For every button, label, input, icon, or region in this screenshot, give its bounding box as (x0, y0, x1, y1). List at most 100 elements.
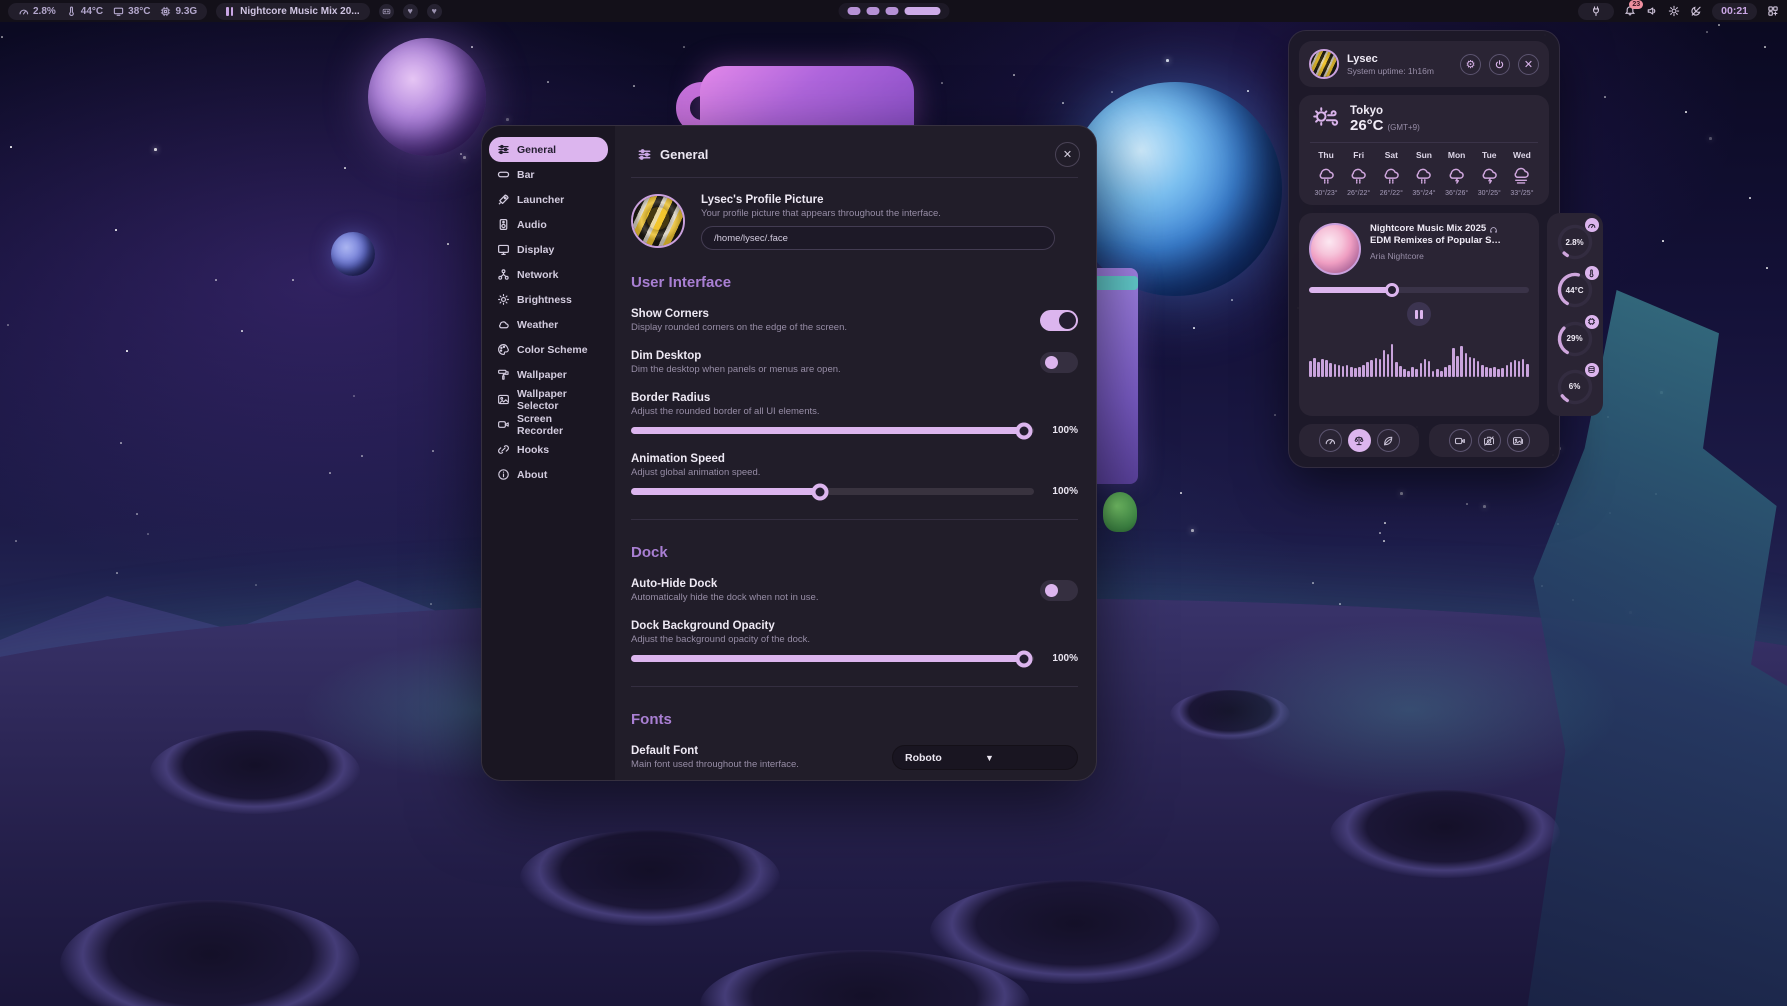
camera-off-button[interactable] (1478, 429, 1501, 452)
grid-plus-icon (1767, 5, 1779, 17)
temp-stat: 44°C (66, 6, 103, 17)
sidebar-item-color-scheme[interactable]: Color Scheme (489, 337, 608, 362)
plug-button[interactable] (1578, 3, 1614, 20)
workspace-dot[interactable] (885, 7, 898, 15)
overview-button[interactable] (1767, 5, 1779, 17)
sidebar-item-brightness[interactable]: Brightness (489, 287, 608, 312)
avatar[interactable] (1309, 49, 1339, 79)
sidebar-item-launcher[interactable]: Launcher (489, 187, 608, 212)
wallpaper-tower-band (1090, 276, 1138, 290)
memory-stat: 9.3G (160, 6, 197, 17)
track-title-line2: EDM Remixes of Popular S… (1370, 235, 1529, 247)
purple-planet (368, 38, 486, 156)
close-icon: ✕ (1063, 148, 1072, 161)
power-button[interactable] (1489, 54, 1510, 75)
visualizer-bar (1399, 366, 1402, 377)
auto-hide-dock-toggle[interactable] (1040, 580, 1078, 601)
image-icon (497, 393, 510, 406)
visualizer-bar (1465, 353, 1468, 377)
sidebar-item-network[interactable]: Network (489, 262, 608, 287)
weather-card: Tokyo 26°C (GMT+9) Thu30°/23°Fri26°/22°S… (1299, 95, 1549, 205)
workspace-indicator[interactable] (838, 3, 949, 19)
settings-content: General ✕ Lysec's Profile Picture Your p… (615, 126, 1096, 780)
volume-button[interactable] (1646, 5, 1658, 17)
visualizer-bar (1460, 346, 1463, 377)
cloud-rain-icon (1413, 165, 1434, 186)
visualizer-bar (1510, 362, 1513, 377)
wallpaper-button[interactable] (1507, 429, 1530, 452)
pause-button[interactable] (1407, 302, 1431, 326)
track-progress-slider[interactable] (1309, 287, 1529, 293)
workspace-dot[interactable] (866, 7, 879, 15)
display-icon (113, 6, 124, 17)
sidebar-label: Wallpaper (517, 369, 567, 381)
like-button[interactable]: ♥ (427, 4, 442, 19)
visualizer-bar (1338, 365, 1341, 377)
setting-auto-hide-dock: Auto-Hide Dock Automatically hide the do… (631, 578, 1078, 603)
heart-icon: ♥ (407, 6, 412, 16)
night-light-button[interactable] (1690, 5, 1702, 17)
heart-icon: ♥ (431, 6, 436, 16)
brightness-button[interactable] (1668, 5, 1680, 17)
workspace-active[interactable] (904, 7, 940, 15)
workspace-dot[interactable] (847, 7, 860, 15)
plug-icon (1590, 5, 1602, 17)
forecast-day: Thu30°/23° (1310, 150, 1342, 197)
visualizer-bar (1506, 365, 1509, 377)
dock-opacity-slider[interactable] (631, 655, 1034, 662)
visualizer-bar (1514, 360, 1517, 377)
small-planet (331, 232, 375, 276)
border-radius-slider[interactable] (631, 427, 1034, 434)
sidebar-item-weather[interactable]: Weather (489, 312, 608, 337)
sidebar-item-audio[interactable]: Audio (489, 212, 608, 237)
sidebar-item-wallpaper-selector[interactable]: Wallpaper Selector (489, 387, 608, 412)
album-art[interactable] (1309, 223, 1361, 275)
wallpaper-plant (1103, 492, 1137, 532)
performance-profile-button[interactable] (1319, 429, 1342, 452)
forecast-day-label: Thu (1318, 150, 1334, 160)
cloud-rain-icon (1316, 165, 1337, 186)
settings-button[interactable]: ⚙ (1460, 54, 1481, 75)
cassette-button[interactable] (379, 4, 394, 19)
profile-path-input[interactable] (701, 226, 1055, 250)
cloud-bolt-icon (1479, 165, 1500, 186)
cloud-rain-icon (1348, 165, 1369, 186)
screen-record-button[interactable] (1449, 429, 1472, 452)
visualizer-bar (1481, 365, 1484, 377)
power-saver-profile-button[interactable] (1377, 429, 1400, 452)
system-stats-pill[interactable]: 2.8% 44°C 38°C 9.3G (8, 3, 207, 20)
media-player-pill[interactable]: Nightcore Music Mix 20... (216, 3, 369, 20)
notifications-button[interactable]: 23 (1624, 5, 1636, 17)
visualizer-bar (1362, 365, 1365, 377)
sidebar-item-bar[interactable]: Bar (489, 162, 608, 187)
default-font-dropdown[interactable]: Roboto ▼ (892, 745, 1078, 770)
close-button[interactable]: ✕ (1055, 142, 1080, 167)
sidebar-item-hooks[interactable]: Hooks (489, 437, 608, 462)
sidebar-item-about[interactable]: About (489, 462, 608, 487)
close-panel-button[interactable]: ✕ (1518, 54, 1539, 75)
sidebar-item-general[interactable]: General (489, 137, 608, 162)
gpu-value: 38°C (128, 6, 150, 17)
profile-section: Lysec's Profile Picture Your profile pic… (631, 194, 1078, 250)
dim-desktop-toggle[interactable] (1040, 352, 1078, 373)
show-corners-toggle[interactable] (1040, 310, 1078, 331)
favorite-button[interactable]: ♥ (403, 4, 418, 19)
forecast-day: Tue30°/25° (1473, 150, 1505, 197)
settings-window: General Bar Launcher Audio Display Netwo… (481, 125, 1097, 781)
clock-pill[interactable]: 00:21 (1712, 3, 1757, 20)
sidebar-item-wallpaper[interactable]: Wallpaper (489, 362, 608, 387)
cloud-rain-icon (1381, 165, 1402, 186)
border-radius-value: 100% (1046, 425, 1078, 436)
camera-off-icon (1483, 435, 1495, 447)
forecast-day: Wed33°/25° (1506, 150, 1538, 197)
sun-wind-icon (1310, 104, 1340, 134)
sidebar-item-display[interactable]: Display (489, 237, 608, 262)
animation-speed-slider[interactable] (631, 488, 1034, 495)
visualizer-bar (1346, 365, 1349, 377)
setting-title: Show Corners (631, 308, 1040, 320)
visualizer-bar (1436, 369, 1439, 377)
balanced-profile-button[interactable] (1348, 429, 1371, 452)
cloud-fog-icon (1511, 165, 1532, 186)
sidebar-item-screen-recorder[interactable]: Screen Recorder (489, 412, 608, 437)
profile-avatar[interactable] (631, 194, 685, 248)
